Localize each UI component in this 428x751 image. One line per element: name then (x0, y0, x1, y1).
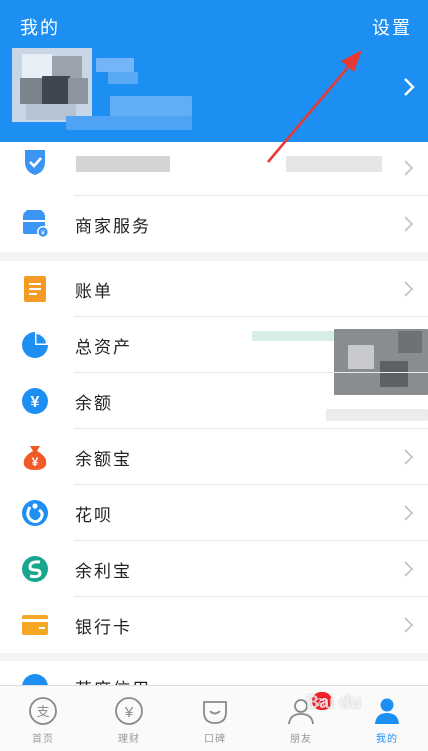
tab-finance[interactable]: ¥ 理财 (86, 686, 172, 751)
merchant-service-icon: ¥ (23, 210, 49, 238)
page-title: 我的 (20, 18, 60, 39)
finance-yen-icon: ¥ (115, 697, 143, 725)
list-item-label: 商家服务 (75, 217, 151, 237)
list-item-huabei[interactable]: 花呗 (0, 485, 428, 541)
shield-icon (25, 150, 45, 175)
username-text-extra (108, 72, 138, 84)
blurred-value (252, 331, 338, 341)
koubei-icon (203, 701, 227, 724)
list-group-account: ¥ 商家服务 (0, 142, 428, 252)
blurred-value (326, 409, 428, 421)
chevron-right-icon (404, 281, 414, 297)
list-group-assets: 账单 总资产 ¥ 余额 ¥ 余额宝 花呗 余利宝 银行卡 (0, 261, 428, 653)
sesame-credit-icon (22, 674, 48, 685)
list-item-bank-card[interactable]: 银行卡 (0, 597, 428, 653)
list-item-label: 花呗 (75, 506, 113, 526)
list-item-yulibao[interactable]: 余利宝 (0, 541, 428, 597)
list-item-total-assets[interactable]: 总资产 (0, 317, 428, 395)
svg-text:¥: ¥ (41, 230, 45, 237)
avatar[interactable] (12, 48, 92, 122)
tab-home[interactable]: 支 首页 (0, 686, 86, 751)
chevron-right-icon (404, 449, 414, 465)
list-item-merchant-service[interactable]: ¥ 商家服务 (0, 196, 428, 252)
list-item-balance[interactable]: ¥ 余额 (0, 373, 428, 429)
money-bag-icon: ¥ (23, 446, 47, 470)
tab-label: 首页 (32, 734, 54, 745)
huabei-icon (22, 500, 48, 526)
tab-label: 口碑 (204, 734, 226, 745)
list-item-label: 余额宝 (75, 450, 132, 470)
chevron-right-icon (404, 561, 414, 577)
account-id-text (110, 96, 192, 116)
blurred-value-image-detail (398, 331, 422, 353)
svg-text:¥: ¥ (31, 394, 40, 411)
svg-text:¥: ¥ (32, 455, 39, 469)
list-item-label: 银行卡 (75, 618, 132, 638)
tab-koubei[interactable]: 口碑 (172, 686, 258, 751)
tab-label: 我的 (376, 734, 398, 745)
list-item-label: 总资产 (75, 338, 132, 358)
list-item-label: 账单 (75, 282, 113, 302)
chevron-right-icon (404, 617, 414, 633)
tab-label: 朋友 (290, 734, 312, 745)
list-item-label: 余利宝 (75, 562, 132, 582)
list-item-label: 余额 (75, 394, 113, 414)
svg-text:¥: ¥ (124, 704, 134, 721)
alipay-home-icon: 支 (29, 697, 57, 725)
list-item-verified[interactable] (0, 142, 428, 196)
username-text (96, 58, 134, 72)
chevron-right-icon[interactable] (402, 76, 416, 98)
list-item-yuebao[interactable]: ¥ 余额宝 (0, 429, 428, 485)
chevron-right-icon (404, 216, 414, 232)
chevron-right-icon (404, 505, 414, 521)
svg-text:支: 支 (36, 705, 49, 720)
bill-icon (24, 276, 46, 302)
settings-button[interactable]: 设置 (372, 14, 412, 40)
bottom-tab-bar: 支 首页 ¥ 理财 口碑 78 朋友 我的 Bai du (0, 685, 428, 751)
tab-label: 理财 (118, 734, 140, 745)
yulibao-icon (22, 556, 48, 582)
balance-yen-icon: ¥ (22, 388, 48, 414)
blurred-value (286, 156, 382, 172)
list-item-label: 芝麻信用 (75, 675, 151, 685)
me-icon (375, 698, 399, 724)
list-group-credit: 芝麻信用 (0, 661, 428, 685)
total-assets-icon (22, 332, 48, 358)
watermark-text: Bai du (306, 692, 362, 712)
blurred-value-image-detail (348, 345, 374, 369)
list-item-bill[interactable]: 账单 (0, 261, 428, 317)
chevron-right-icon (404, 160, 414, 176)
account-id-text-extra (66, 116, 192, 130)
profile-header: 我的 设置 (0, 0, 428, 142)
blurred-label (76, 156, 170, 172)
list-item-sesame-credit[interactable]: 芝麻信用 (0, 661, 428, 685)
bank-card-icon (22, 615, 48, 635)
